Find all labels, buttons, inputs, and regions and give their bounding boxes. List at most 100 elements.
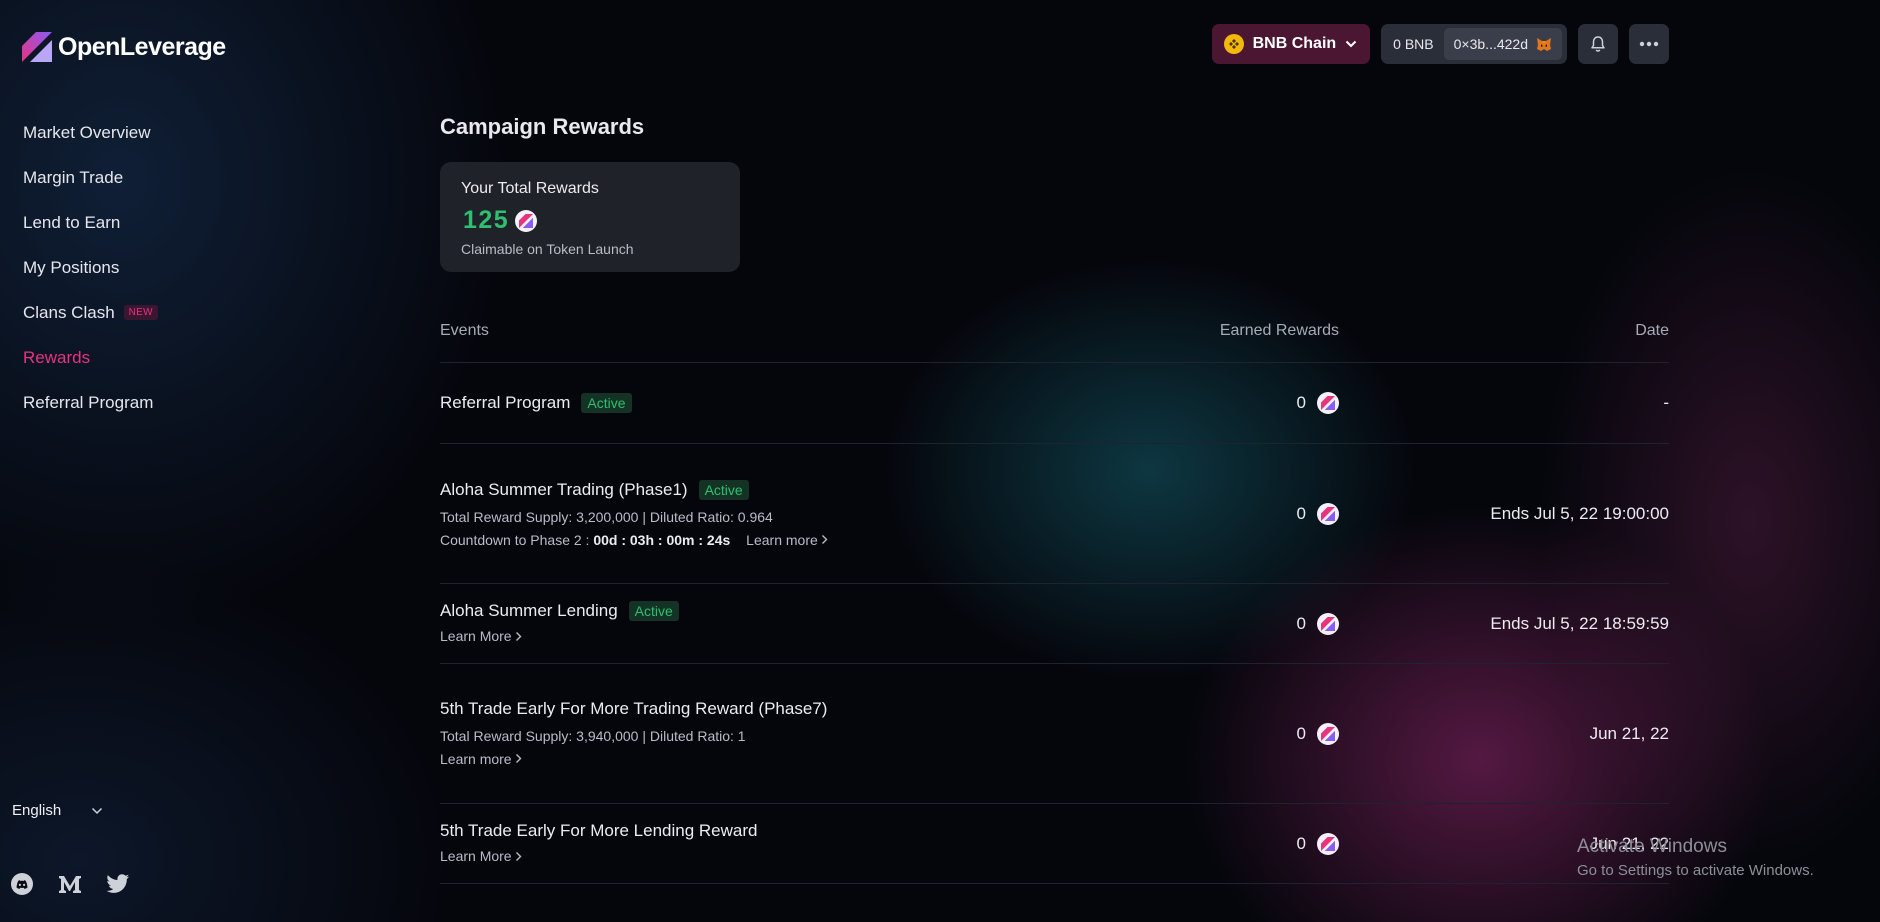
sidebar-item-referral-program[interactable]: Referral Program: [23, 380, 158, 425]
countdown-value: 00d : 03h : 00m : 24s: [593, 531, 731, 548]
learn-more-link[interactable]: Learn more: [440, 751, 522, 767]
event-title: Referral Program: [440, 393, 571, 412]
date-cell: Jun 21, 22: [1589, 723, 1669, 743]
earned-cell: 0: [1139, 832, 1339, 855]
countdown-label: Countdown to Phase 2 :: [440, 531, 590, 548]
earned-value: 0: [1296, 503, 1306, 523]
chain-selector-button[interactable]: BNB Chain: [1211, 24, 1371, 64]
countdown-line: Countdown to Phase 2 : 00d : 03h : 00m :…: [440, 532, 1139, 548]
total-rewards-label: Your Total Rewards: [461, 180, 599, 197]
chevron-right-icon: [515, 851, 522, 861]
event-title: Aloha Summer Trading (Phase1): [440, 479, 688, 499]
header-events: Events: [440, 322, 489, 339]
status-badge: Active: [628, 601, 679, 621]
ole-token-icon: [515, 209, 538, 232]
earned-value: 0: [1296, 833, 1306, 853]
earned-value: 0: [1296, 723, 1306, 743]
twitter-icon[interactable]: [106, 873, 130, 895]
logo-text: OpenLeverage: [58, 32, 226, 61]
sidebar-item-margin-trade[interactable]: Margin Trade: [23, 155, 158, 200]
event-detail: Total Reward Supply: 3,940,000 | Diluted…: [440, 727, 746, 744]
status-badge: Active: [698, 479, 749, 500]
event-cell: Aloha Summer Trading (Phase1) Active Tot…: [440, 470, 1139, 558]
ole-token-icon: [1317, 832, 1339, 855]
chevron-right-icon: [821, 535, 828, 544]
learn-more-label: Learn more: [746, 531, 818, 548]
watermark-title: Activate Windows: [1577, 836, 1727, 857]
ole-token-icon: [1317, 612, 1339, 635]
learn-more-label: Learn more: [440, 750, 512, 767]
logo[interactable]: OpenLeverage: [22, 32, 226, 62]
wallet-balance: 0 BNB: [1393, 36, 1434, 52]
language-label: English: [12, 802, 62, 819]
wallet-address: 0×3b...422d: [1453, 36, 1528, 52]
discord-icon[interactable]: [10, 872, 34, 896]
language-selector[interactable]: English: [12, 802, 103, 819]
chain-name: BNB Chain: [1252, 35, 1337, 52]
status-badge: Active: [581, 393, 632, 413]
sidebar-item-label: Market Overview: [23, 122, 151, 142]
sidebar-item-my-positions[interactable]: My Positions: [23, 245, 158, 290]
earned-cell: 0: [1139, 392, 1339, 414]
table-row: Aloha Summer Lending Active Learn More 0…: [440, 584, 1669, 664]
activate-windows-watermark: Activate Windows Go to Settings to activ…: [1577, 836, 1814, 879]
sidebar-item-label: My Positions: [23, 257, 120, 277]
more-options-button[interactable]: [1629, 24, 1669, 64]
sidebar-item-market-overview[interactable]: Market Overview: [23, 110, 158, 155]
date-cell: -: [1663, 393, 1669, 412]
ole-token-icon: [1317, 392, 1339, 414]
earned-cell: 0: [1139, 722, 1339, 745]
event-cell: Aloha Summer Lending Active Learn More: [440, 591, 1139, 656]
social-links: [10, 872, 130, 896]
wallet-address-chip[interactable]: 0×3b...422d: [1443, 28, 1562, 60]
watermark-subtitle: Go to Settings to activate Windows.: [1577, 862, 1814, 879]
table-header: Events Earned Rewards Date: [440, 300, 1669, 363]
page-title: Campaign Rewards: [440, 114, 645, 139]
sidebar-item-rewards[interactable]: Rewards: [23, 335, 158, 380]
metamask-fox-icon: [1537, 37, 1551, 51]
date-cell: Ends Jul 5, 22 19:00:00: [1490, 503, 1669, 523]
earned-value: 0: [1296, 613, 1306, 633]
sidebar-item-lend-to-earn[interactable]: Lend to Earn: [23, 200, 158, 245]
total-rewards-card: Your Total Rewards 125 Claimable on Toke…: [440, 162, 740, 272]
sidebar-item-clans-clash[interactable]: Clans Clash NEW: [23, 290, 158, 335]
earned-value: 0: [1296, 393, 1306, 412]
sidebar-nav: Market Overview Margin Trade Lend to Ear…: [23, 110, 158, 425]
header-date: Date: [1635, 322, 1669, 339]
learn-more-link[interactable]: Learn More: [440, 628, 522, 644]
learn-more-link[interactable]: Learn More: [440, 848, 522, 864]
notifications-button[interactable]: [1578, 24, 1618, 64]
top-bar: BNB Chain 0 BNB 0×3b...422d: [1211, 24, 1669, 64]
event-cell: Referral Program Active: [440, 383, 1139, 423]
bell-icon: [1591, 36, 1605, 52]
event-title: 5th Trade Early For More Trading Reward …: [440, 698, 828, 718]
table-row: 5th Trade Early For More Trading Reward …: [440, 664, 1669, 804]
earned-cell: 0: [1139, 612, 1339, 635]
event-title: Aloha Summer Lending: [440, 601, 618, 620]
openleverage-logo-icon: [22, 32, 52, 62]
new-badge: NEW: [123, 305, 158, 320]
bnb-icon: [1223, 34, 1244, 54]
chevron-down-icon: [92, 807, 103, 814]
sidebar-item-label: Margin Trade: [23, 167, 124, 187]
event-detail: Total Reward Supply: 3,200,000 | Diluted…: [440, 508, 773, 525]
medium-icon[interactable]: [58, 873, 82, 895]
learn-more-link[interactable]: Learn more: [746, 532, 828, 548]
sidebar-item-label: Clans Clash: [23, 302, 115, 322]
ole-token-icon: [1317, 502, 1339, 525]
wallet-button[interactable]: 0 BNB 0×3b...422d: [1381, 24, 1567, 64]
total-rewards-value-row: 125: [461, 206, 719, 235]
total-rewards-value: 125: [463, 206, 510, 234]
chevron-right-icon: [515, 754, 522, 763]
learn-more-label: Learn More: [440, 628, 512, 644]
table-row: 5th Trade Early For More Lending Reward …: [440, 804, 1669, 884]
chevron-down-icon: [1345, 40, 1357, 48]
total-rewards-subtext: Claimable on Token Launch: [461, 241, 634, 257]
event-cell: 5th Trade Early For More Lending Reward …: [440, 811, 1139, 876]
chevron-right-icon: [515, 631, 522, 641]
table-row: Aloha Summer Trading (Phase1) Active Tot…: [440, 444, 1669, 584]
ole-token-icon: [1317, 722, 1339, 745]
more-dots-icon: [1639, 41, 1659, 47]
learn-more-label: Learn More: [440, 848, 512, 864]
table-row: Referral Program Active 0 -: [440, 363, 1669, 444]
